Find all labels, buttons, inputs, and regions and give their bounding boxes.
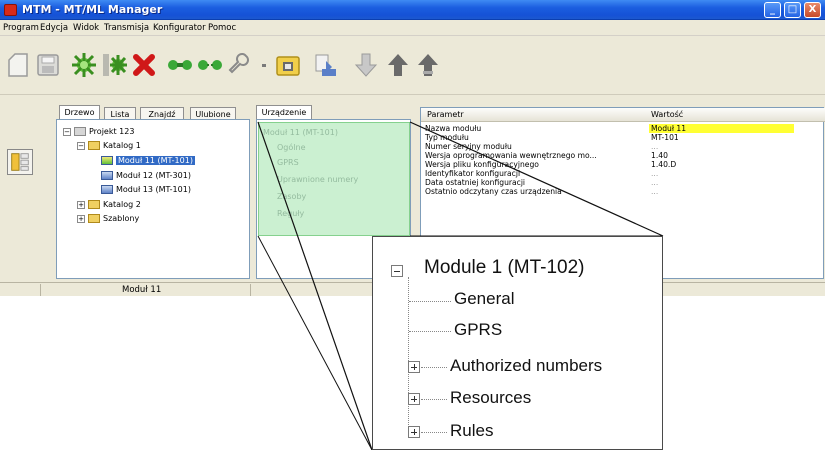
tree-item-project[interactable]: − Projekt 123 [63, 126, 134, 138]
tree-guide [421, 399, 447, 400]
title-bar[interactable]: MTM - MT/ML Manager _ □ X [0, 0, 825, 20]
device-item-root[interactable]: Moduł 11 (MT-101) [263, 128, 338, 137]
status-divider [40, 284, 41, 296]
module-icon [101, 185, 113, 194]
collapse-icon[interactable]: − [77, 141, 85, 150]
header-value[interactable]: Wartość [651, 110, 683, 119]
stage: { "window": { "title": "MTM - MT/ML Mana… [0, 0, 825, 450]
download-icon[interactable] [352, 51, 380, 79]
zoom-item-root[interactable]: Module 1 (MT-102) [424, 257, 585, 279]
delete-icon[interactable] [130, 51, 158, 79]
expand-icon[interactable] [408, 426, 420, 438]
menu-transmisja[interactable]: Transmisja [104, 23, 149, 33]
menu-widok[interactable]: Widok [73, 23, 99, 33]
toolbar [0, 37, 825, 95]
close-button[interactable]: X [804, 2, 821, 18]
tree-item-module12[interactable]: Moduł 12 (MT-301) [101, 170, 191, 182]
dropdown-arrow-icon[interactable] [250, 51, 266, 79]
zoom-item-authorized[interactable]: Authorized numbers [450, 356, 602, 376]
expand-icon[interactable]: + [77, 200, 85, 209]
tree-label-module11: Moduł 11 (MT-101) [116, 156, 195, 165]
property-row[interactable]: Data ostatniej konfiguracji... [421, 178, 825, 187]
tree-label-catalog1: Katalog 1 [103, 141, 141, 150]
device-item-general[interactable]: Ogólne [277, 143, 305, 152]
tree-item-catalog1[interactable]: − Katalog 1 [77, 140, 141, 152]
project-tree: − Projekt 123 − Katalog 1 Moduł 11 (MT-101… [56, 119, 250, 279]
module-icon [101, 171, 113, 180]
folder-icon [88, 141, 100, 150]
property-row[interactable]: Identyfikator konfiguracji... [421, 169, 825, 178]
connect-icon[interactable] [166, 51, 194, 79]
config-icon[interactable] [274, 51, 302, 79]
expand-icon[interactable] [408, 361, 420, 373]
tree-guide [409, 331, 451, 332]
property-row[interactable]: Typ modułu MT-101 [421, 133, 825, 142]
menu-konfigurator[interactable]: Konfigurator [153, 23, 206, 33]
status-text: Moduł 11 [122, 285, 162, 295]
device-item-resources[interactable]: Zasoby [277, 192, 306, 201]
read-config-icon[interactable] [312, 51, 340, 79]
property-row[interactable]: Nazwa modułu Moduł 11 [421, 124, 825, 133]
device-item-authorized[interactable]: Uprawnione numery [277, 175, 358, 184]
folder-icon [88, 200, 100, 209]
tree-item-module13[interactable]: Moduł 13 (MT-101) [101, 184, 191, 196]
module-icon [101, 156, 113, 165]
save-icon[interactable] [34, 51, 62, 79]
menu-program[interactable]: Program [3, 23, 39, 33]
tree-label-project: Projekt 123 [89, 127, 135, 136]
maximize-button[interactable]: □ [784, 2, 801, 18]
device-item-gprs[interactable]: GPRS [277, 158, 299, 167]
tree-label-module12: Moduł 12 (MT-301) [116, 171, 191, 180]
tree-label-catalog2: Katalog 2 [103, 200, 141, 209]
property-row[interactable]: Ostatnio odczytany czas urządzenia... [421, 187, 825, 196]
add-module-split-icon[interactable] [100, 51, 128, 79]
side-strip [0, 95, 52, 285]
panel-toggle-button[interactable] [7, 149, 33, 175]
device-item-rules[interactable]: Reguły [277, 209, 304, 218]
tree-label-module13: Moduł 13 (MT-101) [116, 185, 191, 194]
upload-icon[interactable] [384, 51, 412, 79]
minimize-button[interactable]: _ [764, 2, 781, 18]
zoom-item-rules[interactable]: Rules [450, 421, 493, 441]
property-row[interactable]: Numer seryjny modułu... [421, 142, 825, 151]
collapse-icon[interactable]: − [63, 127, 71, 136]
upload-all-icon[interactable] [414, 51, 442, 79]
disconnect-icon[interactable] [196, 51, 224, 79]
tree-guide [409, 301, 451, 302]
tree-guide [421, 367, 447, 368]
tree-guide [421, 432, 447, 433]
new-icon[interactable] [4, 51, 32, 79]
zoomed-device-tree: Module 1 (MT-102) General GPRS Authorize… [372, 236, 663, 450]
tree-item-templates[interactable]: + Szablony [77, 213, 139, 225]
zoom-item-gprs[interactable]: GPRS [454, 320, 502, 340]
panel-layout-icon [11, 153, 29, 171]
window-title: MTM - MT/ML Manager [22, 3, 163, 16]
app-icon [4, 4, 17, 16]
folder-icon [88, 214, 100, 223]
tree-item-catalog2[interactable]: + Katalog 2 [77, 199, 141, 211]
property-row[interactable]: Wersja pliku konfiguracyjnego 1.40.D [421, 160, 825, 169]
tree-item-module11[interactable]: Moduł 11 (MT-101) [101, 155, 195, 167]
zoom-item-resources[interactable]: Resources [450, 388, 531, 408]
menu-pomoc[interactable]: Pomoc [208, 23, 236, 33]
status-divider [250, 284, 251, 296]
property-row[interactable]: Wersja oprogramowania wewnętrznego mo...… [421, 151, 825, 160]
menu-bar: Program Edycja Widok Transmisja Konfigur… [0, 21, 825, 36]
zoom-item-general[interactable]: General [454, 289, 514, 309]
project-icon [74, 127, 86, 136]
expand-icon[interactable]: + [77, 214, 85, 223]
tree-label-templates: Szablony [103, 214, 140, 223]
header-parameter[interactable]: Parametr [427, 110, 464, 119]
add-module-icon[interactable] [70, 51, 98, 79]
menu-edycja[interactable]: Edycja [40, 23, 68, 33]
zoom-source-highlight: Moduł 11 (MT-101) Ogólne GPRS Uprawnione… [258, 122, 410, 236]
collapse-icon[interactable] [391, 265, 403, 277]
expand-icon[interactable] [408, 393, 420, 405]
properties-header: Parametr Wartość [421, 108, 825, 122]
